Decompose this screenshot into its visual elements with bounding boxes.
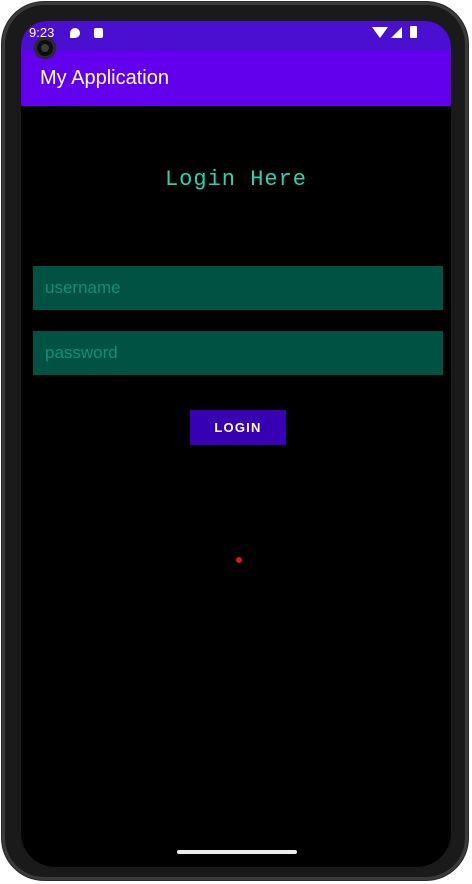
wifi-icon	[372, 27, 388, 38]
password-input[interactable]	[33, 331, 443, 375]
notification-icon	[70, 28, 80, 38]
signal-icon	[391, 27, 402, 38]
status-bar: 9:23	[21, 21, 451, 50]
login-button[interactable]: LOGIN	[190, 410, 286, 445]
app-bar: My Application	[21, 50, 451, 106]
battery-icon	[410, 26, 417, 38]
home-gesture-bar[interactable]	[177, 850, 297, 854]
phone-frame: 9:23 My Application Login Here LOGIN	[2, 2, 468, 880]
app-title: My Application	[40, 67, 169, 89]
lock-icon	[94, 28, 103, 38]
login-heading: Login Here	[164, 167, 308, 192]
touch-indicator-dot	[236, 557, 242, 563]
username-input[interactable]	[33, 266, 443, 310]
front-camera-icon	[34, 37, 56, 59]
phone-screen: 9:23 My Application Login Here LOGIN	[21, 21, 451, 867]
camera-lens	[41, 44, 49, 52]
